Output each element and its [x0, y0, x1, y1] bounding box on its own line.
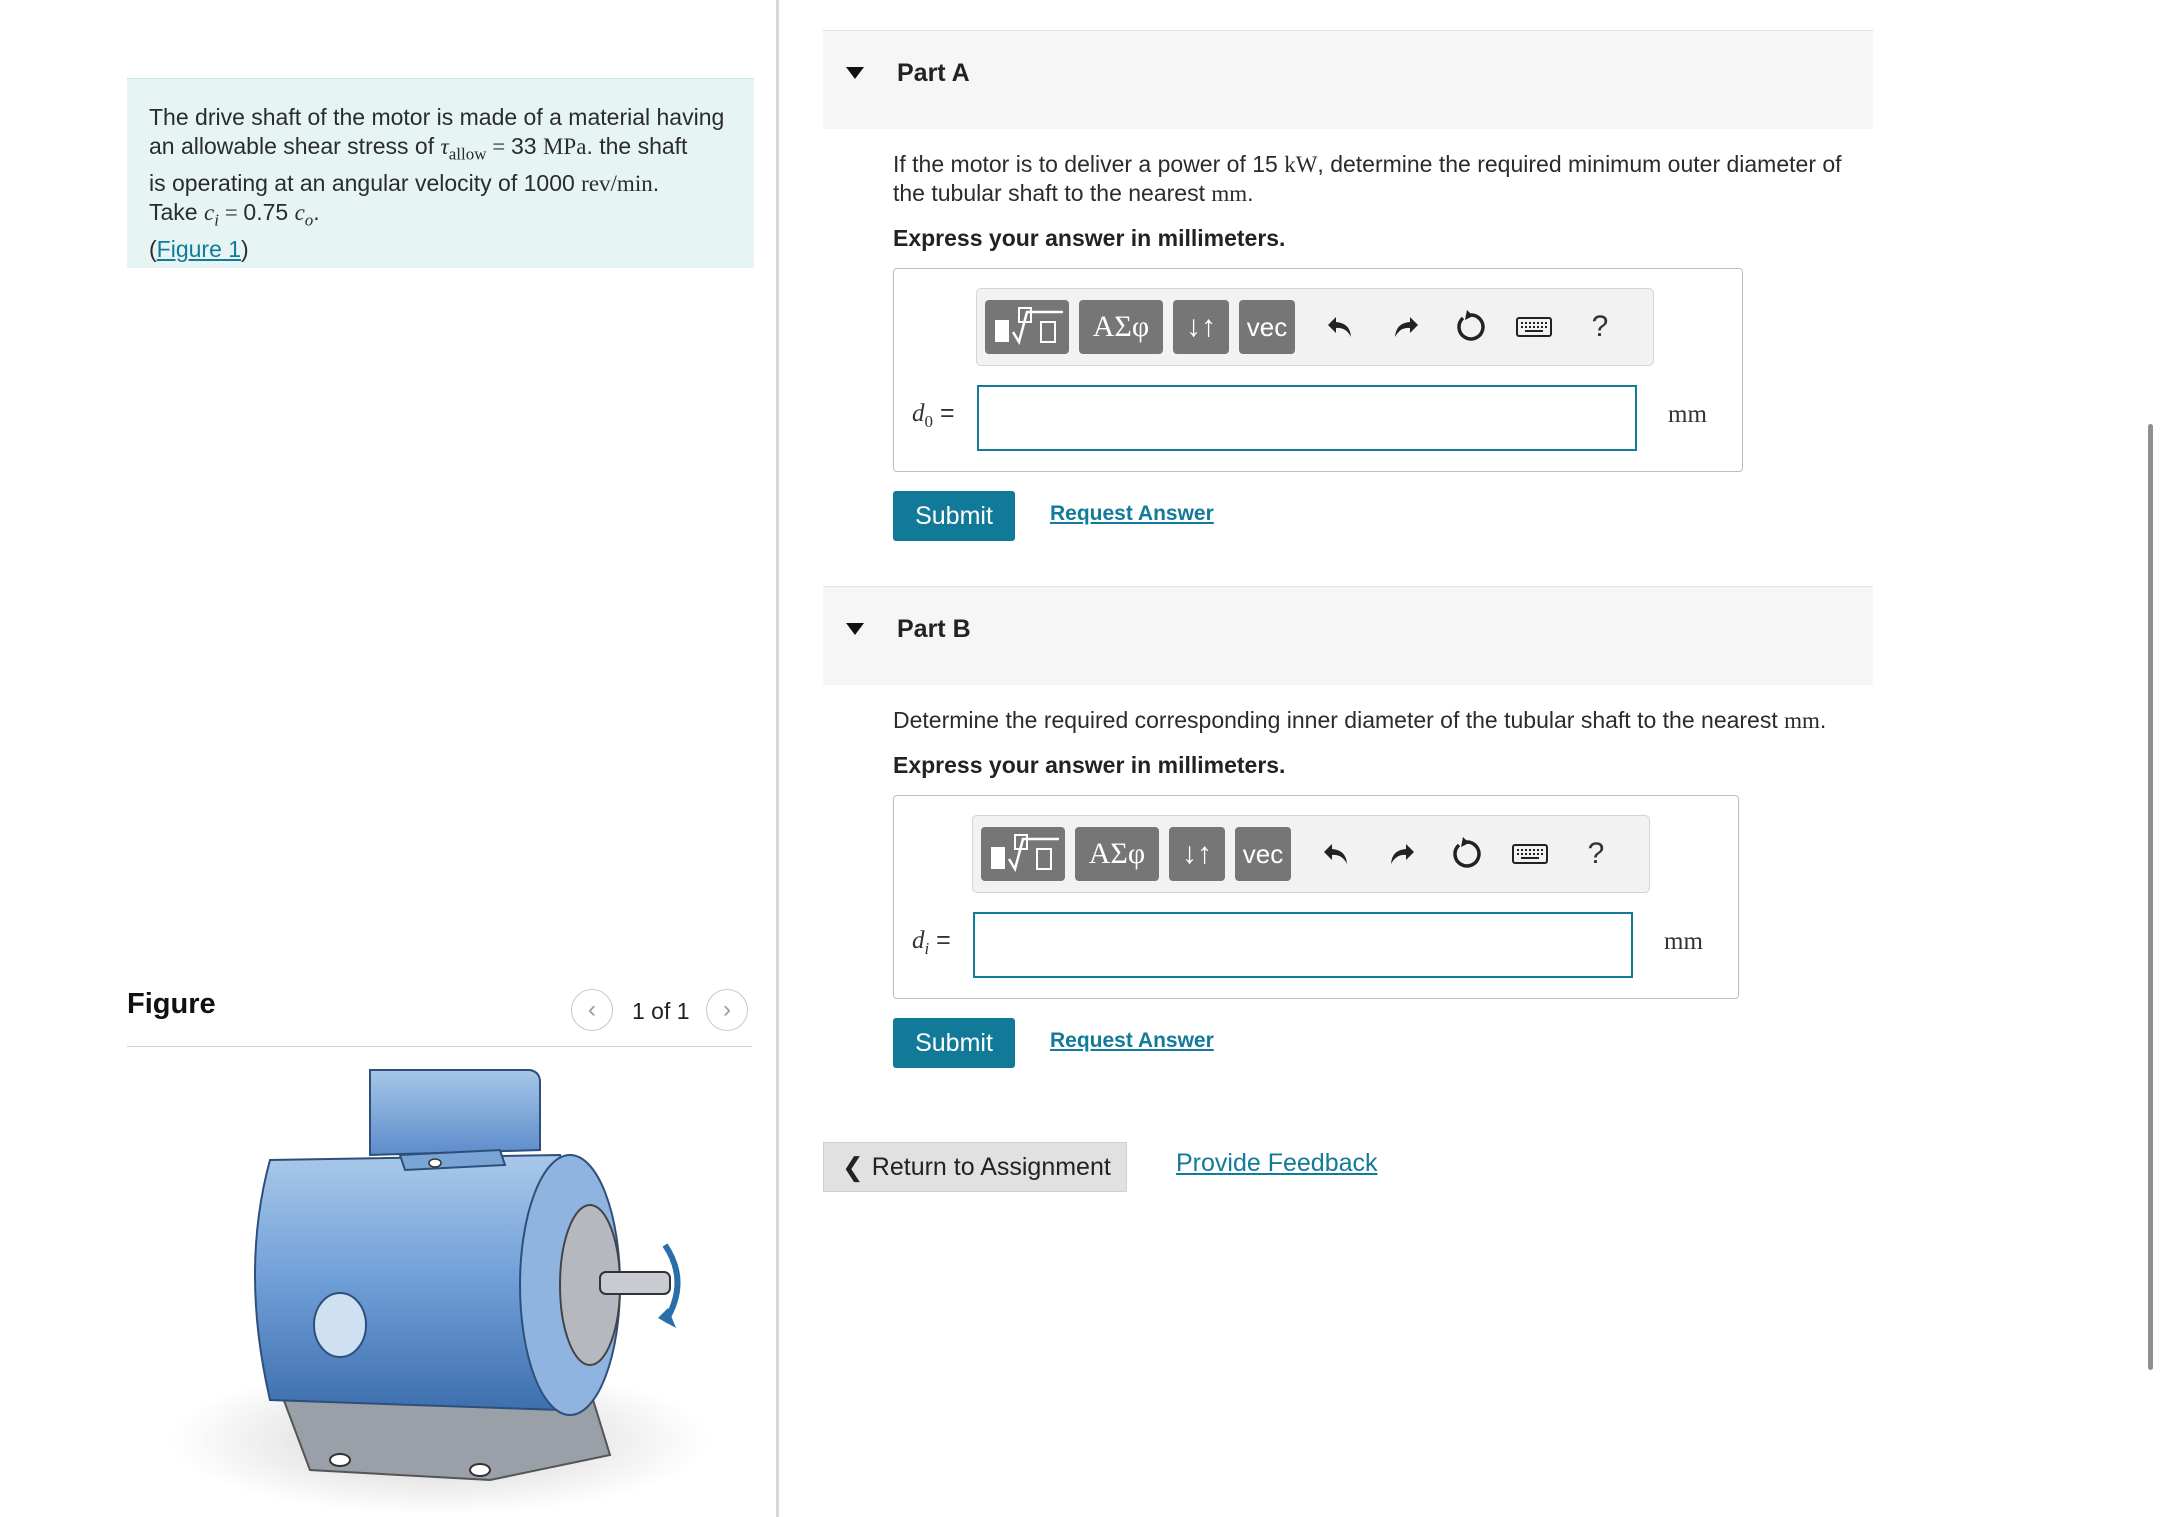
- left-pane: The drive shaft of the motor is made of …: [0, 0, 776, 1517]
- part-a-submit-button[interactable]: Submit: [893, 491, 1015, 541]
- greek-symbols-button[interactable]: ΑΣφ: [1079, 300, 1163, 354]
- redo-icon: [1391, 844, 1414, 864]
- part-b-question: Determine the required corresponding inn…: [893, 707, 1827, 733]
- undo-icon: [1328, 317, 1351, 337]
- reset-button[interactable]: [1443, 300, 1497, 354]
- keyboard-button[interactable]: [1507, 300, 1561, 354]
- part-a-answer-input[interactable]: [977, 385, 1637, 451]
- motor-side-port: [313, 1292, 367, 1358]
- redo-button[interactable]: [1379, 300, 1433, 354]
- part-a-title: Part A: [897, 59, 970, 87]
- subscript-superscript-button[interactable]: ↓↑: [1169, 827, 1225, 881]
- caret-down-icon: [846, 67, 864, 79]
- part-b-request-answer-link[interactable]: Request Answer: [1050, 1029, 1214, 1053]
- pane-divider[interactable]: [776, 0, 779, 1517]
- redo-icon: [1395, 317, 1418, 337]
- reset-icon: [1457, 310, 1485, 341]
- part-a-instruction: Express your answer in millimeters.: [893, 225, 1286, 251]
- help-button[interactable]: ?: [1569, 827, 1623, 881]
- figure-title: Figure: [127, 988, 216, 1020]
- chevron-left-icon: ❮: [842, 1151, 864, 1182]
- problem-line-3: is operating at an angular velocity of 1…: [149, 169, 660, 196]
- figure-prev-button[interactable]: ‹: [571, 989, 613, 1031]
- subscript-superscript-button[interactable]: ↓↑: [1173, 300, 1229, 354]
- figure-header: Figure ‹ 1 of 1 ›: [127, 980, 752, 1047]
- part-a-variable-label: d0 =: [912, 399, 955, 431]
- keyboard-icon: [1516, 317, 1552, 337]
- part-b-answer-box: ΑΣφ ↓↑ vec ? di = mm: [893, 795, 1739, 999]
- greek-symbols-button[interactable]: ΑΣφ: [1075, 827, 1159, 881]
- vector-button[interactable]: vec: [1235, 827, 1291, 881]
- keyboard-button[interactable]: [1503, 827, 1557, 881]
- provide-feedback-link[interactable]: Provide Feedback: [1176, 1149, 1378, 1178]
- part-b-math-toolbar: ΑΣφ ↓↑ vec ?: [972, 815, 1650, 893]
- part-b-unit: mm: [1664, 928, 1703, 955]
- part-b-title: Part B: [897, 615, 971, 643]
- part-b-answer-input[interactable]: [973, 912, 1633, 978]
- part-a-unit: mm: [1668, 401, 1707, 428]
- part-a-question: If the motor is to deliver a power of 15…: [893, 151, 1842, 206]
- figure-pager-count: 1 of 1: [632, 998, 690, 1024]
- chevron-left-icon: ‹: [588, 996, 596, 1023]
- part-b-header[interactable]: Part B: [823, 586, 1873, 685]
- part-b-instruction: Express your answer in millimeters.: [893, 752, 1286, 778]
- part-a-header[interactable]: Part A: [823, 30, 1873, 129]
- templates-button[interactable]: [985, 300, 1069, 354]
- part-a-request-answer-link[interactable]: Request Answer: [1050, 502, 1214, 526]
- page-scrollbar[interactable]: [2148, 424, 2153, 1370]
- undo-button[interactable]: [1313, 300, 1367, 354]
- reset-icon: [1453, 837, 1481, 868]
- undo-icon: [1324, 844, 1347, 864]
- problem-line-1: The drive shaft of the motor is made of …: [149, 104, 725, 130]
- keyboard-icon: [1512, 844, 1548, 864]
- part-b-variable-label: di =: [912, 926, 951, 958]
- motor-illustration: [170, 1069, 710, 1515]
- vector-button[interactable]: vec: [1239, 300, 1295, 354]
- part-a-math-toolbar: ΑΣφ ↓↑ vec ?: [976, 288, 1654, 366]
- chevron-right-icon: ›: [723, 996, 731, 1023]
- motor-shaft: [599, 1271, 671, 1295]
- reset-button[interactable]: [1439, 827, 1493, 881]
- templates-button[interactable]: [981, 827, 1065, 881]
- return-to-assignment-button[interactable]: ❮ Return to Assignment: [823, 1142, 1127, 1192]
- help-button[interactable]: ?: [1573, 300, 1627, 354]
- problem-line-4: Take ci = 0.75 co.: [149, 199, 320, 230]
- figure-next-button[interactable]: ›: [706, 989, 748, 1031]
- problem-line-5: (Figure 1): [149, 236, 249, 263]
- terminal-box: [369, 1069, 541, 1157]
- problem-statement: The drive shaft of the motor is made of …: [127, 78, 754, 268]
- problem-line-2: an allowable shear stress of τallow = 33…: [149, 132, 688, 164]
- figure-1-link[interactable]: Figure 1: [157, 236, 241, 262]
- undo-button[interactable]: [1309, 827, 1363, 881]
- part-b-submit-button[interactable]: Submit: [893, 1018, 1015, 1068]
- return-to-assignment-label: Return to Assignment: [871, 1152, 1111, 1181]
- caret-down-icon: [846, 623, 864, 635]
- part-a-answer-box: ΑΣφ ↓↑ vec ? d0 = mm: [893, 268, 1743, 472]
- fraction-radical-icon: [991, 834, 1059, 873]
- fraction-radical-icon: [995, 307, 1063, 346]
- redo-button[interactable]: [1375, 827, 1429, 881]
